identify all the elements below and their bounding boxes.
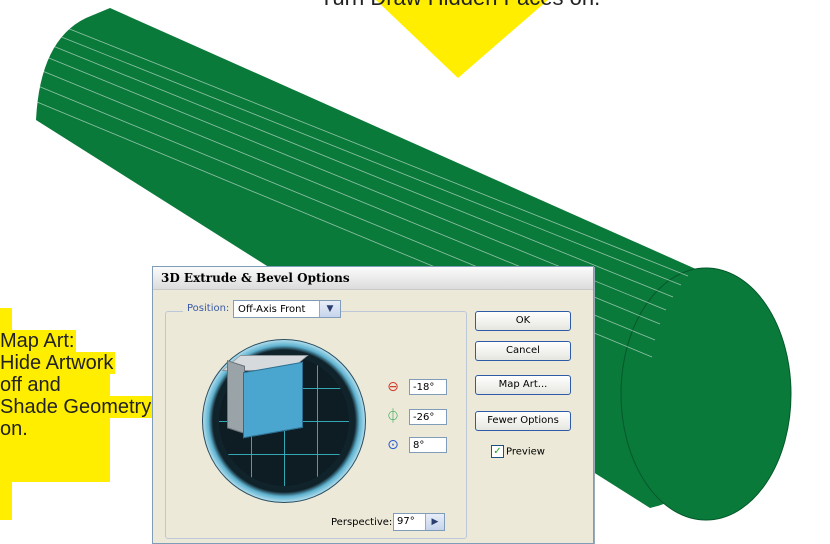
- perspective-field[interactable]: 97° ▶: [393, 513, 445, 531]
- z-rotation-field[interactable]: 8°: [409, 437, 447, 453]
- chevron-down-icon[interactable]: ▼: [319, 301, 340, 317]
- left-callout-text: Map Art: Hide Artwork off and Shade Geom…: [0, 330, 170, 440]
- position-label: Position:: [183, 303, 234, 314]
- x-rotation-field[interactable]: -18°: [409, 379, 447, 395]
- extrude-bevel-dialog: 3D Extrude & Bevel Options Position: Off…: [152, 266, 594, 544]
- z-rotation-row: ⊙ 8°: [385, 437, 455, 457]
- y-rotation-row: ⏀ -26°: [385, 409, 455, 429]
- y-rotation-field[interactable]: -26°: [409, 409, 447, 425]
- left-callout-line: Hide Artwork: [0, 352, 116, 374]
- x-rotation-icon: ⊖: [387, 379, 399, 395]
- fewer-options-button[interactable]: Fewer Options: [475, 411, 571, 431]
- z-rotation-icon: ⊙: [387, 437, 399, 453]
- cylinder-end-cap: [620, 267, 792, 521]
- cube-front-face[interactable]: [243, 361, 303, 439]
- x-rotation-row: ⊖ -18°: [385, 379, 455, 399]
- cancel-button[interactable]: Cancel: [475, 341, 571, 361]
- left-callout-line: off and: [0, 374, 63, 396]
- map-art-button[interactable]: Map Art...: [475, 375, 571, 395]
- dialog-title: 3D Extrude & Bevel Options: [153, 267, 593, 290]
- preview-label: Preview: [506, 446, 545, 458]
- left-callout-line: on.: [0, 418, 30, 440]
- preview-checkbox-row[interactable]: ✓ Preview: [491, 445, 545, 460]
- y-rotation-icon: ⏀: [386, 409, 400, 425]
- position-select[interactable]: Off-Axis Front ▼: [233, 300, 341, 318]
- perspective-value: 97°: [397, 516, 415, 527]
- perspective-label: Perspective:: [331, 517, 393, 528]
- left-callout-line: Shade Geometry: [0, 396, 154, 418]
- top-callout-text: Turn Draw Hidden Faces on.: [290, 0, 630, 12]
- ok-button[interactable]: OK: [475, 311, 571, 331]
- left-callout-line: Map Art:: [0, 330, 77, 352]
- position-select-value: Off-Axis Front: [238, 304, 306, 315]
- check-icon[interactable]: ✓: [491, 445, 504, 458]
- arrow-right-icon[interactable]: ▶: [425, 514, 444, 530]
